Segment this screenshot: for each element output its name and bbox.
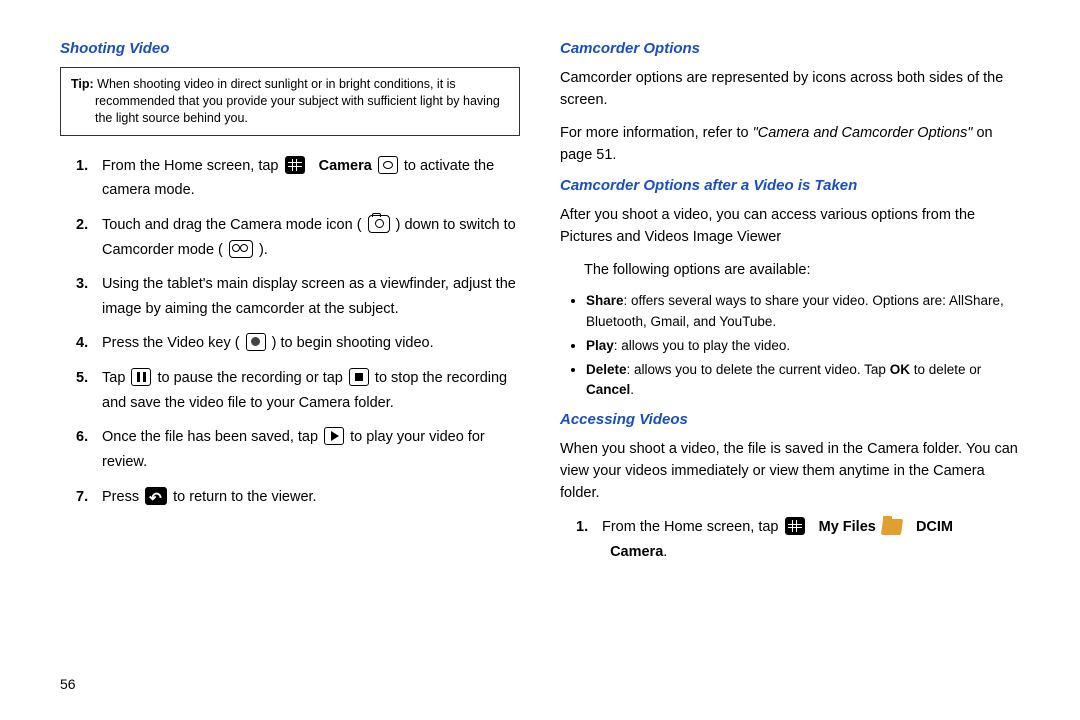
apps-grid-icon <box>785 517 805 535</box>
left-column: Shooting Video Tip: When shooting video … <box>60 40 540 660</box>
right-column: Camcorder Options Camcorder options are … <box>540 40 1020 660</box>
play-icon <box>324 427 344 445</box>
step-3: 3. Using the tablet's main display scree… <box>84 272 520 321</box>
apps-grid-icon <box>285 156 305 174</box>
step-2: 2. Touch and drag the Camera mode icon (… <box>84 213 520 262</box>
accessing-steps: 1. From the Home screen, tap My Files DC… <box>560 515 1020 564</box>
page-number: 56 <box>60 676 76 692</box>
heading-after-video: Camcorder Options after a Video is Taken <box>560 177 1020 194</box>
tip-label: Tip: <box>71 77 97 91</box>
options-bullets: Share: offers several ways to share your… <box>560 291 1020 400</box>
bullet-delete: Delete: allows you to delete the current… <box>586 360 1020 401</box>
camcorder-options-desc: Camcorder options are represented by ico… <box>560 67 1020 112</box>
step-1: 1. From the Home screen, tap Camera to a… <box>84 154 520 203</box>
options-available: The following options are available: <box>560 259 1020 281</box>
back-icon <box>145 487 167 505</box>
step-6: 6. Once the file has been saved, tap to … <box>84 425 520 474</box>
step-7: 7. Press to return to the viewer. <box>84 485 520 510</box>
camcorder-options-ref: For more information, refer to "Camera a… <box>560 122 1020 167</box>
bullet-share: Share: offers several ways to share your… <box>586 291 1020 332</box>
record-icon <box>246 333 266 351</box>
accessing-videos-desc: When you shoot a video, the file is save… <box>560 438 1020 505</box>
after-video-desc: After you shoot a video, you can access … <box>560 204 1020 249</box>
camera-app-icon <box>378 156 398 174</box>
bullet-play: Play: allows you to play the video. <box>586 336 1020 356</box>
folder-icon <box>882 519 902 535</box>
steps-list: 1. From the Home screen, tap Camera to a… <box>60 154 520 510</box>
camera-mode-icon <box>368 215 390 233</box>
stop-icon <box>349 368 369 386</box>
heading-camcorder-options: Camcorder Options <box>560 40 1020 57</box>
pause-icon <box>131 368 151 386</box>
tip-body: When shooting video in direct sunlight o… <box>95 77 500 125</box>
step-4: 4. Press the Video key ( ) to begin shoo… <box>84 331 520 356</box>
heading-accessing-videos: Accessing Videos <box>560 411 1020 428</box>
accessing-step-1: 1. From the Home screen, tap My Files DC… <box>584 515 1020 564</box>
heading-shooting-video: Shooting Video <box>60 40 520 57</box>
tip-box: Tip: When shooting video in direct sunli… <box>60 67 520 136</box>
step-5: 5. Tap to pause the recording or tap to … <box>84 366 520 415</box>
camcorder-mode-icon <box>229 240 253 258</box>
